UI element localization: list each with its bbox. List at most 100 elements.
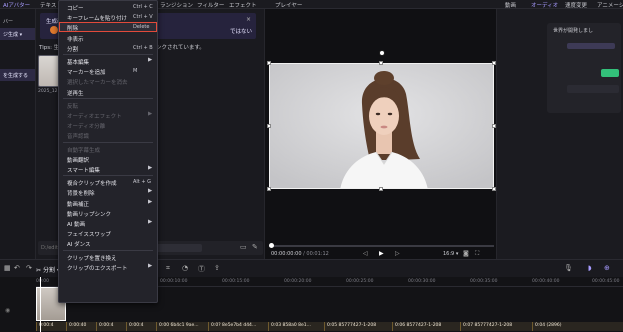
track-eye-icon[interactable]: ◉ bbox=[5, 307, 10, 314]
tab-speed[interactable]: 速度変更 bbox=[565, 1, 587, 9]
zoom-icon[interactable]: ⊕ bbox=[604, 264, 610, 272]
menu-item[interactable]: 動画翻訳 bbox=[59, 154, 157, 164]
resize-handle[interactable] bbox=[267, 187, 271, 191]
menu-item[interactable]: AI 動画 ▶ bbox=[59, 218, 157, 228]
menu-item-shortcut: Ctrl + C bbox=[133, 4, 153, 10]
left-rail-item-image-gen[interactable]: ジ生成 ▾ bbox=[0, 28, 35, 40]
chevron-down-icon: ▾ bbox=[19, 32, 23, 38]
fullscreen-icon[interactable]: ⛶ bbox=[475, 250, 479, 258]
next-frame-icon[interactable]: ▷ bbox=[395, 250, 400, 257]
export-icon[interactable]: ⇪ bbox=[214, 264, 220, 272]
thumbnail-label: 2025_12 bbox=[38, 89, 58, 94]
undo-icon[interactable]: ↶ bbox=[14, 264, 20, 272]
menu-item[interactable]: 非表示 bbox=[59, 33, 157, 43]
scrubber-knob[interactable] bbox=[269, 243, 274, 248]
tab-effect[interactable]: エフェクト bbox=[229, 1, 257, 9]
menu-item[interactable]: クリップを置き換え bbox=[59, 252, 157, 262]
play-icon[interactable]: ▶ bbox=[379, 250, 384, 257]
resize-handle[interactable] bbox=[492, 61, 496, 65]
ruler-tick: 00:00:15:00 bbox=[222, 279, 250, 284]
resize-handle[interactable] bbox=[492, 187, 496, 191]
edit-icon[interactable]: ✎ bbox=[252, 243, 258, 251]
menu-item[interactable]: AI ダンス bbox=[59, 238, 157, 248]
timeline-clip[interactable]: 0:05 85777427-1-208 bbox=[324, 322, 392, 331]
menu-item-shortcut: Delete bbox=[133, 24, 150, 31]
tab-animation[interactable]: アニメーション bbox=[597, 1, 623, 9]
submenu-arrow-icon: ▶ bbox=[148, 188, 153, 195]
menu-item-label: オーディオ分離 bbox=[67, 124, 106, 131]
timeline-clip[interactable]: 0:04 (2896) bbox=[532, 322, 623, 331]
ruler-tick: 00:00:30:00 bbox=[408, 279, 436, 284]
timeline-clip[interactable]: 0:03 858a0 8e1... bbox=[268, 322, 324, 331]
menu-item: オーディオエフェクト ▶ bbox=[59, 110, 157, 120]
timeline-clip[interactable]: 0:06 8577427-1-208 bbox=[392, 322, 460, 331]
tab-ai-avatar[interactable]: AIアバター bbox=[3, 1, 30, 9]
menu-item[interactable]: 分割 Ctrl + B bbox=[59, 43, 157, 53]
menu-item-label: 動画翻訳 bbox=[67, 157, 90, 164]
menu-item[interactable]: コピー Ctrl + C bbox=[59, 2, 157, 12]
menu-item[interactable]: マーカーを追加 M bbox=[59, 66, 157, 76]
menu-item[interactable]: 逆再生 bbox=[59, 87, 157, 97]
generate-button[interactable]: を生成する bbox=[0, 69, 35, 81]
mic-icon[interactable]: 🎙 bbox=[564, 264, 573, 272]
menu-item[interactable]: フェイススワップ bbox=[59, 228, 157, 238]
menu-item[interactable]: 背景を削除 ▶ bbox=[59, 187, 157, 197]
timeline-clip[interactable]: 0:07 85777427-1-208 bbox=[460, 322, 532, 331]
tab-filter[interactable]: フィルター bbox=[197, 1, 224, 9]
redo-icon[interactable]: ↷ bbox=[26, 264, 32, 272]
timeline-clip[interactable]: 0:00:4 bbox=[96, 322, 126, 331]
tab-audio[interactable]: オーディオ bbox=[531, 1, 558, 9]
timeline-clip[interactable]: 0:00 6b4c1 9ae... bbox=[156, 322, 208, 331]
menu-item-label: AI ダンス bbox=[67, 242, 91, 249]
timeline-clip[interactable]: 0:0? 8e5e7b4 d44... bbox=[208, 322, 268, 331]
resize-handle[interactable] bbox=[267, 124, 271, 128]
preview-canvas[interactable] bbox=[269, 63, 494, 189]
resize-handle[interactable] bbox=[379, 187, 383, 191]
menu-item-label: 逆再生 bbox=[67, 90, 84, 97]
menu-item-shortcut: Ctrl + V bbox=[133, 14, 153, 21]
menu-item[interactable]: スマート編集 ▶ bbox=[59, 164, 157, 174]
resize-handle[interactable] bbox=[267, 61, 271, 65]
properties-panel: 動画 オーディオ 速度変更 アニメーション 世界が開発しまし bbox=[497, 3, 623, 259]
text-icon[interactable]: Ⓣ bbox=[198, 264, 205, 274]
menu-item[interactable]: キーフレームを貼り付け Ctrl + V bbox=[59, 12, 157, 22]
crop-icon[interactable]: ⌗ bbox=[166, 264, 170, 273]
menu-item[interactable]: 基本編集 ▶ bbox=[59, 56, 157, 66]
grid-icon[interactable]: ▦ bbox=[4, 264, 11, 272]
playback-scrubber[interactable] bbox=[269, 243, 494, 248]
green-indicator[interactable] bbox=[601, 69, 619, 77]
menu-item[interactable]: 動画補正 ▶ bbox=[59, 198, 157, 208]
aspect-ratio-select[interactable]: 16:9 ▾ bbox=[443, 251, 458, 257]
menu-separator bbox=[63, 54, 153, 55]
menu-item: 選択したマーカーを消去 bbox=[59, 76, 157, 86]
speed-icon[interactable]: ◔ bbox=[182, 264, 188, 272]
menu-item-label: クリップを置き換え bbox=[67, 255, 117, 262]
timeline-clip[interactable]: 0:00:4 bbox=[126, 322, 156, 331]
timeline-clip[interactable]: 0:00:40 bbox=[66, 322, 96, 331]
menu-item[interactable]: 複合クリップを作成 Alt + G bbox=[59, 177, 157, 187]
timecode-current: 00:00:00:00 bbox=[271, 251, 302, 257]
camera-icon[interactable]: ◙ bbox=[463, 250, 469, 257]
rotate-handle[interactable] bbox=[379, 50, 385, 56]
tips-label: Tips: 生 bbox=[39, 45, 60, 51]
prev-frame-icon[interactable]: ◁ bbox=[363, 250, 368, 257]
resize-handle[interactable] bbox=[492, 124, 496, 128]
tab-video[interactable]: 動画 bbox=[505, 1, 516, 9]
magnet-icon[interactable]: ◗ bbox=[588, 264, 592, 272]
left-rail-item-label: ジ生成 bbox=[3, 32, 19, 38]
menu-item[interactable]: 動画リップシンク bbox=[59, 208, 157, 218]
audio-track-bar[interactable] bbox=[567, 43, 615, 49]
left-rail-item-avatar[interactable]: バー bbox=[0, 15, 35, 27]
portrait-image bbox=[270, 64, 493, 188]
menu-item[interactable]: クリップのエクスポート ▶ bbox=[59, 262, 157, 272]
tab-transition[interactable]: ランジション bbox=[160, 1, 193, 9]
menu-item[interactable]: 削除 Delete bbox=[59, 22, 157, 33]
image-icon[interactable]: ▭ bbox=[240, 243, 247, 251]
close-icon[interactable]: × bbox=[246, 16, 251, 23]
menu-separator bbox=[63, 249, 153, 251]
media-thumbnail[interactable] bbox=[38, 55, 60, 87]
resize-handle[interactable] bbox=[379, 61, 383, 65]
split-button[interactable]: ✂ 分割 ▾ bbox=[36, 265, 60, 274]
property-field[interactable] bbox=[567, 85, 619, 93]
playhead[interactable] bbox=[40, 277, 41, 332]
